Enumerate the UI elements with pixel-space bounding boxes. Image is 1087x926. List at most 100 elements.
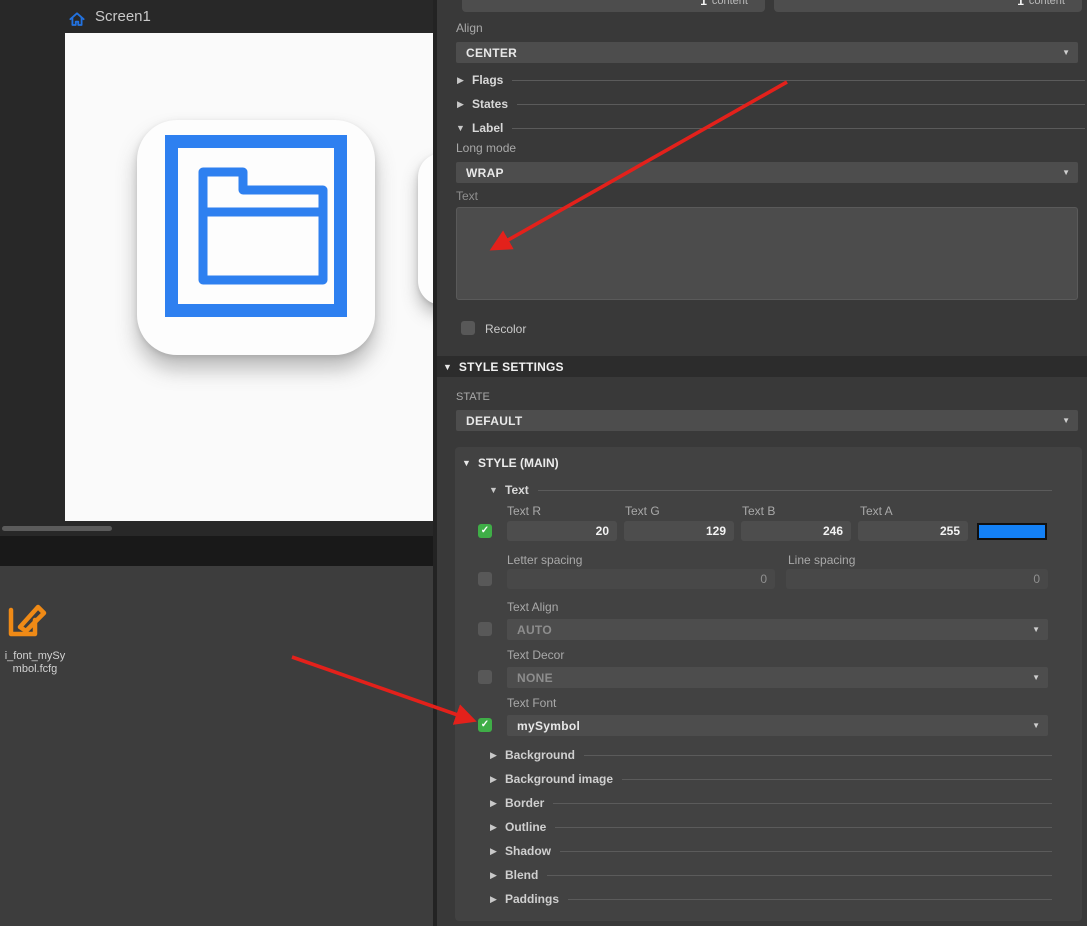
text-decor-dropdown[interactable]: NONE ▼ [507, 667, 1048, 688]
text-g-field[interactable]: 129 [624, 521, 734, 541]
long-mode-value: WRAP [466, 165, 504, 180]
screen-tab-label[interactable]: Screen1 [95, 8, 151, 25]
text-font-value: mySymbol [517, 718, 581, 733]
long-mode-dropdown[interactable]: WRAP ▼ [456, 162, 1078, 183]
divider [547, 874, 1052, 876]
style-main-header[interactable]: ▼ STYLE (MAIN) [462, 456, 559, 470]
divider [512, 79, 1085, 81]
section-paddings[interactable]: ▶ Paddings [489, 892, 1052, 906]
state-value: DEFAULT [466, 413, 523, 428]
section-shadow-label: Shadow [505, 844, 552, 858]
home-icon[interactable] [67, 10, 87, 35]
triangle-down-icon: ▼ [462, 458, 471, 468]
line-spacing-field[interactable]: 0 [786, 569, 1048, 589]
section-blend[interactable]: ▶ Blend [489, 868, 1052, 882]
letter-spacing-field[interactable]: 0 [507, 569, 775, 589]
style-main-title: STYLE (MAIN) [478, 456, 559, 470]
asset-file-name-line2[interactable]: mbol.fcfg [0, 663, 70, 675]
section-outline-label: Outline [505, 820, 547, 834]
section-label-title: Label [472, 121, 504, 135]
divider [622, 778, 1052, 780]
text-r-label: Text R [507, 504, 542, 518]
section-background-label: Background [505, 748, 576, 762]
text-style-section[interactable]: ▼ Text [489, 483, 1052, 497]
text-r-value: 20 [595, 524, 609, 538]
text-b-field[interactable]: 246 [741, 521, 851, 541]
checkmark-icon: ✓ [480, 525, 490, 536]
triangle-right-icon: ▶ [490, 797, 497, 808]
text-align-value: AUTO [517, 622, 552, 637]
recolor-label: Recolor [485, 322, 527, 336]
section-outline[interactable]: ▶ Outline [489, 820, 1052, 834]
letter-spacing-label: Letter spacing [507, 553, 583, 567]
asset-file-name-line1[interactable]: i_font_mySy [0, 650, 70, 662]
text-r-field[interactable]: 20 [507, 521, 617, 541]
section-states[interactable]: ▶ States [456, 97, 1085, 111]
chevron-down-icon: ▼ [1032, 721, 1040, 730]
text-g-label: Text G [625, 504, 660, 518]
text-decor-checkbox[interactable] [478, 670, 492, 684]
long-mode-label: Long mode [456, 141, 517, 155]
text-color-checkbox[interactable]: ✓ [478, 524, 492, 538]
canvas-folder-button[interactable] [137, 120, 375, 355]
state-dropdown[interactable]: DEFAULT ▼ [456, 410, 1078, 431]
text-decor-label: Text Decor [507, 648, 565, 662]
panel-separator-band [0, 536, 433, 566]
font-file-edit-icon[interactable] [5, 596, 51, 645]
section-shadow[interactable]: ▶ Shadow [489, 844, 1052, 858]
section-background[interactable]: ▶ Background [489, 748, 1052, 762]
folder-symbol-icon [165, 135, 347, 317]
style-main-panel: ▼ STYLE (MAIN) ▼ Text Text R Text G Text… [455, 447, 1082, 921]
text-a-field[interactable]: 255 [858, 521, 968, 541]
section-states-label: States [472, 97, 509, 111]
text-font-label: Text Font [507, 696, 557, 710]
text-align-label: Text Align [507, 600, 559, 614]
text-style-section-title: Text [505, 483, 529, 497]
recolor-checkbox[interactable] [461, 321, 475, 335]
text-label: Text [456, 189, 479, 203]
triangle-right-icon: ▶ [490, 845, 497, 856]
text-align-dropdown[interactable]: AUTO ▼ [507, 619, 1048, 640]
triangle-right-icon: ▶ [490, 893, 497, 904]
line-spacing-label: Line spacing [788, 553, 856, 567]
align-dropdown[interactable]: CENTER ▼ [456, 42, 1078, 63]
line-spacing-value: 0 [1033, 572, 1040, 586]
checkmark-icon: ✓ [480, 719, 490, 730]
chevron-down-icon: ▼ [1062, 416, 1070, 425]
unit-dropdown-icon[interactable]: ▾ [753, 0, 756, 1]
width-field[interactable]: 1 content ▾ [462, 0, 765, 12]
spacing-checkbox[interactable] [478, 572, 492, 586]
canvas-horizontal-scrollbar[interactable] [2, 526, 112, 531]
width-unit: content [711, 0, 748, 7]
height-field[interactable]: 1 content ▾ [774, 0, 1082, 12]
unit-dropdown-icon[interactable]: ▾ [1070, 0, 1073, 1]
triangle-right-icon: ▶ [490, 821, 497, 832]
text-font-checkbox[interactable]: ✓ [478, 718, 492, 732]
triangle-right-icon: ▶ [457, 74, 464, 85]
divider [517, 103, 1085, 105]
section-flags-label: Flags [472, 73, 504, 87]
divider [553, 802, 1052, 804]
text-b-value: 246 [822, 524, 843, 538]
section-flags[interactable]: ▶ Flags [456, 73, 1085, 87]
section-label[interactable]: ▼ Label [456, 121, 1085, 135]
asset-panel[interactable]: i_font_mySy mbol.fcfg [0, 566, 433, 926]
section-background-image[interactable]: ▶ Background image [489, 772, 1052, 786]
letter-spacing-value: 0 [760, 572, 767, 586]
chevron-down-icon: ▼ [1032, 673, 1040, 682]
section-border-label: Border [505, 796, 545, 810]
divider [512, 127, 1085, 129]
divider [537, 489, 1052, 491]
editor-left-pane: Screen1 i_font_mySy mbol.fcfg [0, 0, 433, 926]
text-input[interactable] [456, 207, 1078, 300]
chevron-down-icon: ▼ [1062, 168, 1070, 177]
text-color-swatch[interactable] [977, 523, 1047, 540]
design-canvas[interactable] [65, 33, 433, 521]
text-font-dropdown[interactable]: mySymbol ▼ [507, 715, 1048, 736]
section-border[interactable]: ▶ Border [489, 796, 1052, 810]
style-settings-header[interactable]: ▼ STYLE SETTINGS [437, 356, 1087, 377]
inspector-panel: 1 content ▾ 1 content ▾ Align CENTER ▼ ▶… [437, 0, 1087, 926]
text-align-checkbox[interactable] [478, 622, 492, 636]
state-label: STATE [456, 391, 490, 403]
canvas-partial-button[interactable] [418, 153, 433, 305]
